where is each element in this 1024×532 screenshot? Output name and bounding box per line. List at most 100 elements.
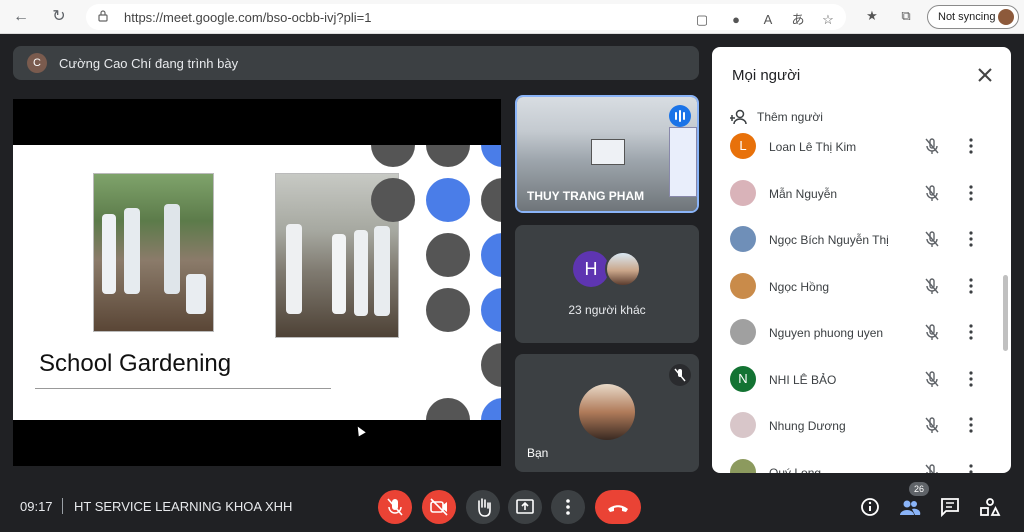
presenter-text: Cường Cao Chí đang trình bày — [59, 56, 239, 71]
decor-circle — [481, 145, 501, 167]
mic-off-icon[interactable] — [922, 136, 942, 156]
people-panel: Mọi người Thêm người L Loan Lê Thị Kim Mẫn… — [712, 47, 1011, 473]
divider — [62, 498, 63, 514]
profile-avatar — [998, 9, 1014, 25]
collections-icon[interactable]: ⧉ — [896, 6, 916, 26]
decor-circle — [481, 343, 501, 387]
mic-off-icon[interactable] — [922, 415, 942, 435]
meeting-time: 09:17 — [20, 499, 53, 514]
close-icon[interactable] — [975, 65, 995, 85]
notifications-blocked-icon[interactable]: ● — [726, 10, 746, 30]
decor-circle — [481, 178, 501, 222]
camera-blocked-icon[interactable]: ▢ — [692, 10, 712, 30]
favorites-icon[interactable]: ★ — [862, 6, 882, 26]
others-tile[interactable]: H 23 người khác — [515, 225, 699, 343]
sync-label: Not syncing — [938, 11, 996, 23]
more-vert-icon[interactable] — [962, 323, 980, 341]
sync-button[interactable]: Not syncing — [927, 5, 1019, 29]
slide-divider — [35, 388, 331, 389]
meeting-details-icon[interactable] — [858, 495, 882, 519]
decor-circle — [481, 233, 501, 277]
microphone-off-button[interactable] — [378, 490, 412, 524]
participant-row[interactable]: Ngọc Hồng — [712, 267, 1002, 307]
presentation-slide: School Gardening — [13, 145, 501, 420]
participant-row[interactable]: Nhung Dương — [712, 406, 1002, 446]
participant-name: Nhung Dương — [769, 419, 846, 433]
back-icon[interactable]: ← — [10, 6, 32, 28]
participant-row[interactable]: Mẫn Nguyễn — [712, 174, 1002, 214]
add-favorite-icon[interactable]: ☆ — [818, 10, 838, 30]
present-now-button[interactable] — [508, 490, 542, 524]
more-vert-icon[interactable] — [962, 416, 980, 434]
more-vert-icon[interactable] — [962, 370, 980, 388]
decor-circle — [371, 145, 415, 167]
avatar — [605, 251, 641, 287]
read-aloud-icon[interactable]: A — [758, 10, 778, 30]
activities-icon[interactable] — [978, 495, 1002, 519]
speaker-name: THUY TRANG PHAM — [527, 189, 645, 203]
more-options-button[interactable] — [551, 490, 585, 524]
meeting-name: HT SERVICE LEARNING KHOA XHH — [74, 499, 293, 514]
more-vert-icon[interactable] — [962, 463, 980, 474]
people-icon[interactable] — [898, 495, 922, 519]
url-text: https://meet.google.com/bso-ocbb-ivj?pli… — [124, 10, 372, 25]
participant-name: Ngọc Bích Nguyễn Thị — [769, 233, 889, 247]
self-avatar — [579, 384, 635, 440]
participant-row[interactable]: Nguyen phuong uyen — [712, 313, 1002, 353]
decor-circle — [481, 398, 501, 420]
address-bar[interactable]: https://meet.google.com/bso-ocbb-ivj?pli… — [86, 4, 846, 30]
speaking-indicator-icon — [669, 105, 691, 127]
mouse-cursor — [354, 424, 366, 437]
participant-row[interactable]: N NHI LÊ BẢO — [712, 360, 1002, 400]
mic-off-icon[interactable] — [922, 462, 942, 474]
decor-circle — [371, 178, 415, 222]
mic-off-icon[interactable] — [922, 369, 942, 389]
mic-off-icon[interactable] — [922, 229, 942, 249]
participant-name: Quý Long — [769, 465, 822, 474]
presenter-banner: C Cường Cao Chí đang trình bày — [13, 46, 699, 80]
more-vert-icon[interactable] — [962, 230, 980, 248]
room-banner — [669, 127, 697, 197]
presentation-stage[interactable]: School Gardening — [13, 99, 501, 466]
more-vert-icon[interactable] — [962, 137, 980, 155]
translate-icon[interactable]: あ — [788, 10, 808, 30]
decor-circle — [426, 288, 470, 332]
more-vert-icon — [566, 499, 570, 515]
decor-circle — [426, 178, 470, 222]
participant-row[interactable]: L Loan Lê Thị Kim — [712, 127, 1002, 167]
raise-hand-button[interactable] — [466, 490, 500, 524]
avatar — [730, 458, 756, 473]
chat-icon[interactable] — [938, 495, 962, 519]
participant-row[interactable]: Ngọc Bích Nguyễn Thị — [712, 220, 1002, 260]
mic-off-icon[interactable] — [922, 276, 942, 296]
hand-icon — [478, 498, 491, 517]
add-people-label: Thêm người — [757, 110, 823, 124]
add-person-icon — [730, 109, 747, 125]
decor-circle — [426, 145, 470, 167]
speaker-tile[interactable]: THUY TRANG PHAM — [515, 95, 699, 213]
mic-off-icon[interactable] — [922, 322, 942, 342]
decor-circle — [481, 288, 501, 332]
hang-up-icon — [608, 505, 628, 512]
leave-call-button[interactable] — [595, 490, 641, 524]
avatar — [730, 272, 756, 299]
participant-row[interactable]: Quý Long — [712, 453, 1002, 474]
self-name: Bạn — [527, 446, 549, 460]
camera-off-icon — [430, 498, 448, 516]
panel-title: Mọi người — [732, 67, 801, 84]
projector-screen — [591, 139, 625, 165]
camera-off-button[interactable] — [422, 490, 456, 524]
avatar — [730, 319, 756, 345]
more-vert-icon[interactable] — [962, 277, 980, 295]
mic-off-icon[interactable] — [922, 183, 942, 203]
muted-icon — [669, 364, 691, 386]
more-vert-icon[interactable] — [962, 184, 980, 202]
participant-name: Ngọc Hồng — [769, 279, 830, 294]
gardening-photo-1 — [93, 173, 214, 332]
reload-icon[interactable]: ↻ — [48, 6, 70, 28]
avatar — [730, 412, 756, 438]
meeting-controls-bar: 09:17 HT SERVICE LEARNING KHOA XHH 26 — [0, 478, 1024, 532]
scrollbar[interactable] — [1003, 275, 1008, 351]
self-tile[interactable]: Bạn — [515, 354, 699, 472]
decor-circle — [426, 398, 470, 420]
